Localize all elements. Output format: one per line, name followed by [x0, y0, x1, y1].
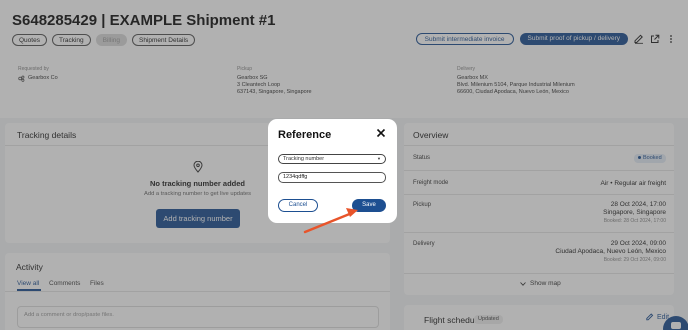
annotation-arrow: [303, 208, 358, 234]
arrow-shaft: [303, 211, 354, 234]
